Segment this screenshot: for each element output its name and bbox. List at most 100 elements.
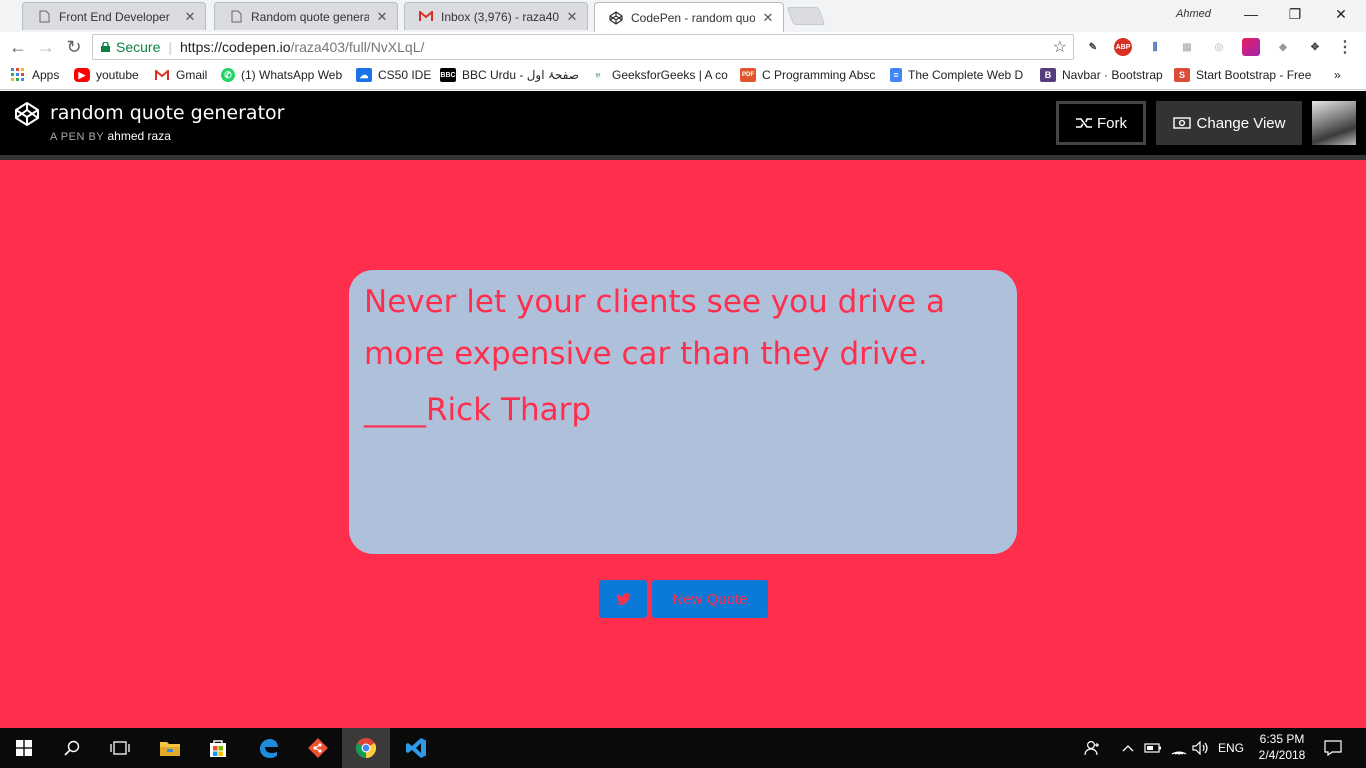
url-host: https://codepen.io xyxy=(180,39,291,55)
fork-icon xyxy=(1076,118,1092,128)
bookmark-bootstrap-navbar[interactable]: B Navbar · Bootstrap xyxy=(1040,68,1163,82)
close-tab-icon[interactable]: ✕ xyxy=(565,9,579,25)
extension-icon[interactable]: ◆ xyxy=(1274,38,1292,56)
codepen-icon xyxy=(609,10,623,25)
restore-icon[interactable]: ❐ xyxy=(1272,0,1318,28)
apps-grid-icon xyxy=(10,68,26,82)
bookmarks-bar: Apps ▶ youtube Gmail ✆ (1) WhatsApp Web … xyxy=(0,62,1366,90)
author-link[interactable]: ahmed raza xyxy=(108,129,171,143)
bookmark-geeksforgeeks[interactable]: ♅ GeeksforGeeks | A co xyxy=(590,68,728,82)
new-quote-button[interactable]: New Quote xyxy=(652,580,768,618)
wifi-icon[interactable] xyxy=(1170,728,1188,768)
quote-card: Never let your clients see you drive a m… xyxy=(349,270,1017,554)
bookmark-star-icon[interactable]: ☆ xyxy=(1053,37,1067,57)
clock-date: 2/4/2018 xyxy=(1258,748,1306,762)
action-center-icon[interactable] xyxy=(1324,728,1342,768)
quote-page: Never let your clients see you drive a m… xyxy=(0,160,1366,728)
profile-name[interactable]: Ahmed xyxy=(1176,8,1211,20)
tab-title: Inbox (3,976) - raza403@ xyxy=(441,9,559,24)
bookmark-whatsapp[interactable]: ✆ (1) WhatsApp Web xyxy=(221,68,342,82)
chrome-menu-icon[interactable]: ⋮ xyxy=(1336,38,1354,56)
extension-icon[interactable]: ✥ xyxy=(1306,38,1324,56)
forward-icon[interactable]: → xyxy=(34,35,58,59)
close-tab-icon[interactable]: ✕ xyxy=(183,9,197,25)
close-tab-icon[interactable]: ✕ xyxy=(375,9,389,25)
bookmark-youtube[interactable]: ▶ youtube xyxy=(74,68,139,82)
close-tab-icon[interactable]: ✕ xyxy=(761,10,775,26)
color-extension-icon[interactable] xyxy=(1242,38,1260,56)
battery-icon[interactable] xyxy=(1144,728,1162,768)
show-hidden-icons-icon[interactable] xyxy=(1122,728,1134,768)
edge-icon[interactable] xyxy=(244,728,292,768)
gmail-icon xyxy=(154,68,170,82)
youtube-icon: ▶ xyxy=(74,68,90,82)
secure-label: Secure xyxy=(116,39,161,55)
change-view-button[interactable]: Change View xyxy=(1156,101,1302,145)
browser-tab-active[interactable]: CodePen - random quot ✕ xyxy=(594,2,784,32)
tab-title: CodePen - random quot xyxy=(631,10,755,25)
tweet-button[interactable] xyxy=(599,580,647,618)
bookmark-label: Gmail xyxy=(176,68,208,82)
adblock-plus-icon[interactable]: ABP xyxy=(1114,38,1132,56)
codepen-header: random quote generator A PEN BY ahmed ra… xyxy=(0,91,1366,155)
whatsapp-icon: ✆ xyxy=(221,68,235,82)
eye-icon xyxy=(1172,117,1191,129)
back-icon[interactable]: ← xyxy=(6,35,30,59)
vscode-icon[interactable] xyxy=(392,728,440,768)
extension-icon[interactable]: ▦ xyxy=(1178,38,1196,56)
language-indicator[interactable]: ENG xyxy=(1218,728,1244,768)
eyedropper-extension-icon[interactable]: ✎ xyxy=(1084,38,1102,56)
quote-text: Never let your clients see you drive a m… xyxy=(364,284,945,372)
browser-tab[interactable]: Random quote generato ✕ xyxy=(214,2,398,30)
lock-icon xyxy=(101,42,110,52)
git-icon[interactable] xyxy=(294,728,342,768)
close-window-icon[interactable]: ✕ xyxy=(1318,0,1364,28)
fork-button[interactable]: Fork xyxy=(1056,101,1146,145)
user-avatar[interactable] xyxy=(1312,101,1356,145)
chrome-icon[interactable] xyxy=(342,728,390,768)
fork-label: Fork xyxy=(1097,114,1127,132)
people-icon[interactable] xyxy=(1084,728,1102,768)
bootstrap-icon: B xyxy=(1040,68,1056,82)
bookmark-label: Apps xyxy=(32,68,60,82)
bookmark-complete-web[interactable]: ≡ The Complete Web D xyxy=(890,68,1028,82)
browser-toolbar: ← → ↻ Secure | https://codepen.io/raza40… xyxy=(0,32,1366,62)
browser-tab[interactable]: Inbox (3,976) - raza403@ ✕ xyxy=(404,2,588,30)
secure-indicator[interactable]: Secure xyxy=(101,39,160,55)
startbootstrap-icon: S xyxy=(1174,68,1190,82)
bookmark-c-programming[interactable]: PDF C Programming Absc xyxy=(740,68,878,82)
quote-author: ____Rick Tharp xyxy=(364,392,592,428)
codepen-logo-icon[interactable] xyxy=(14,101,40,127)
extension-icon[interactable]: ◎ xyxy=(1210,38,1228,56)
address-bar[interactable]: Secure | https://codepen.io/raza403/full… xyxy=(92,34,1074,60)
bookmarks-overflow-icon[interactable]: » xyxy=(1334,68,1341,82)
bookmark-gmail[interactable]: Gmail xyxy=(154,68,207,82)
task-view-icon[interactable] xyxy=(96,728,144,768)
minimize-icon[interactable]: — xyxy=(1228,0,1274,28)
volume-icon[interactable] xyxy=(1192,728,1210,768)
docs-icon: ≡ xyxy=(890,68,902,82)
bookmark-label: Start Bootstrap - Free xyxy=(1196,68,1312,82)
bookmark-cs50[interactable]: ☁ CS50 IDE xyxy=(356,68,431,82)
system-clock[interactable]: 6:35 PM 2/4/2018 xyxy=(1254,731,1310,763)
browser-tab[interactable]: Front End Developer ✕ xyxy=(22,2,206,30)
bookmark-label: Navbar · Bootstrap xyxy=(1062,68,1163,82)
reload-icon[interactable]: ↻ xyxy=(62,35,86,59)
search-icon[interactable] xyxy=(48,728,96,768)
bookmark-apps[interactable]: Apps xyxy=(10,68,59,82)
cs50-icon: ☁ xyxy=(356,68,372,82)
windows-start-icon[interactable] xyxy=(0,728,48,768)
pdf-icon: PDF xyxy=(740,68,756,82)
change-view-label: Change View xyxy=(1196,114,1286,132)
store-icon[interactable] xyxy=(194,728,242,768)
bookmark-label: C Programming Absc xyxy=(762,68,876,82)
new-tab-button[interactable] xyxy=(786,7,826,25)
bookmark-bbc-urdu[interactable]: BBC BBC Urdu - صفحۂ اول xyxy=(440,68,582,82)
url-path: /raza403/full/NvXLqL/ xyxy=(290,39,425,55)
windows-taskbar: ENG 6:35 PM 2/4/2018 xyxy=(0,728,1366,768)
equalizer-extension-icon[interactable]: ⫼ xyxy=(1146,38,1164,56)
page-icon xyxy=(229,10,243,24)
file-explorer-icon[interactable] xyxy=(146,728,194,768)
bookmark-start-bootstrap[interactable]: S Start Bootstrap - Free xyxy=(1174,68,1314,82)
pen-byline: A PEN BY ahmed raza xyxy=(50,129,171,143)
